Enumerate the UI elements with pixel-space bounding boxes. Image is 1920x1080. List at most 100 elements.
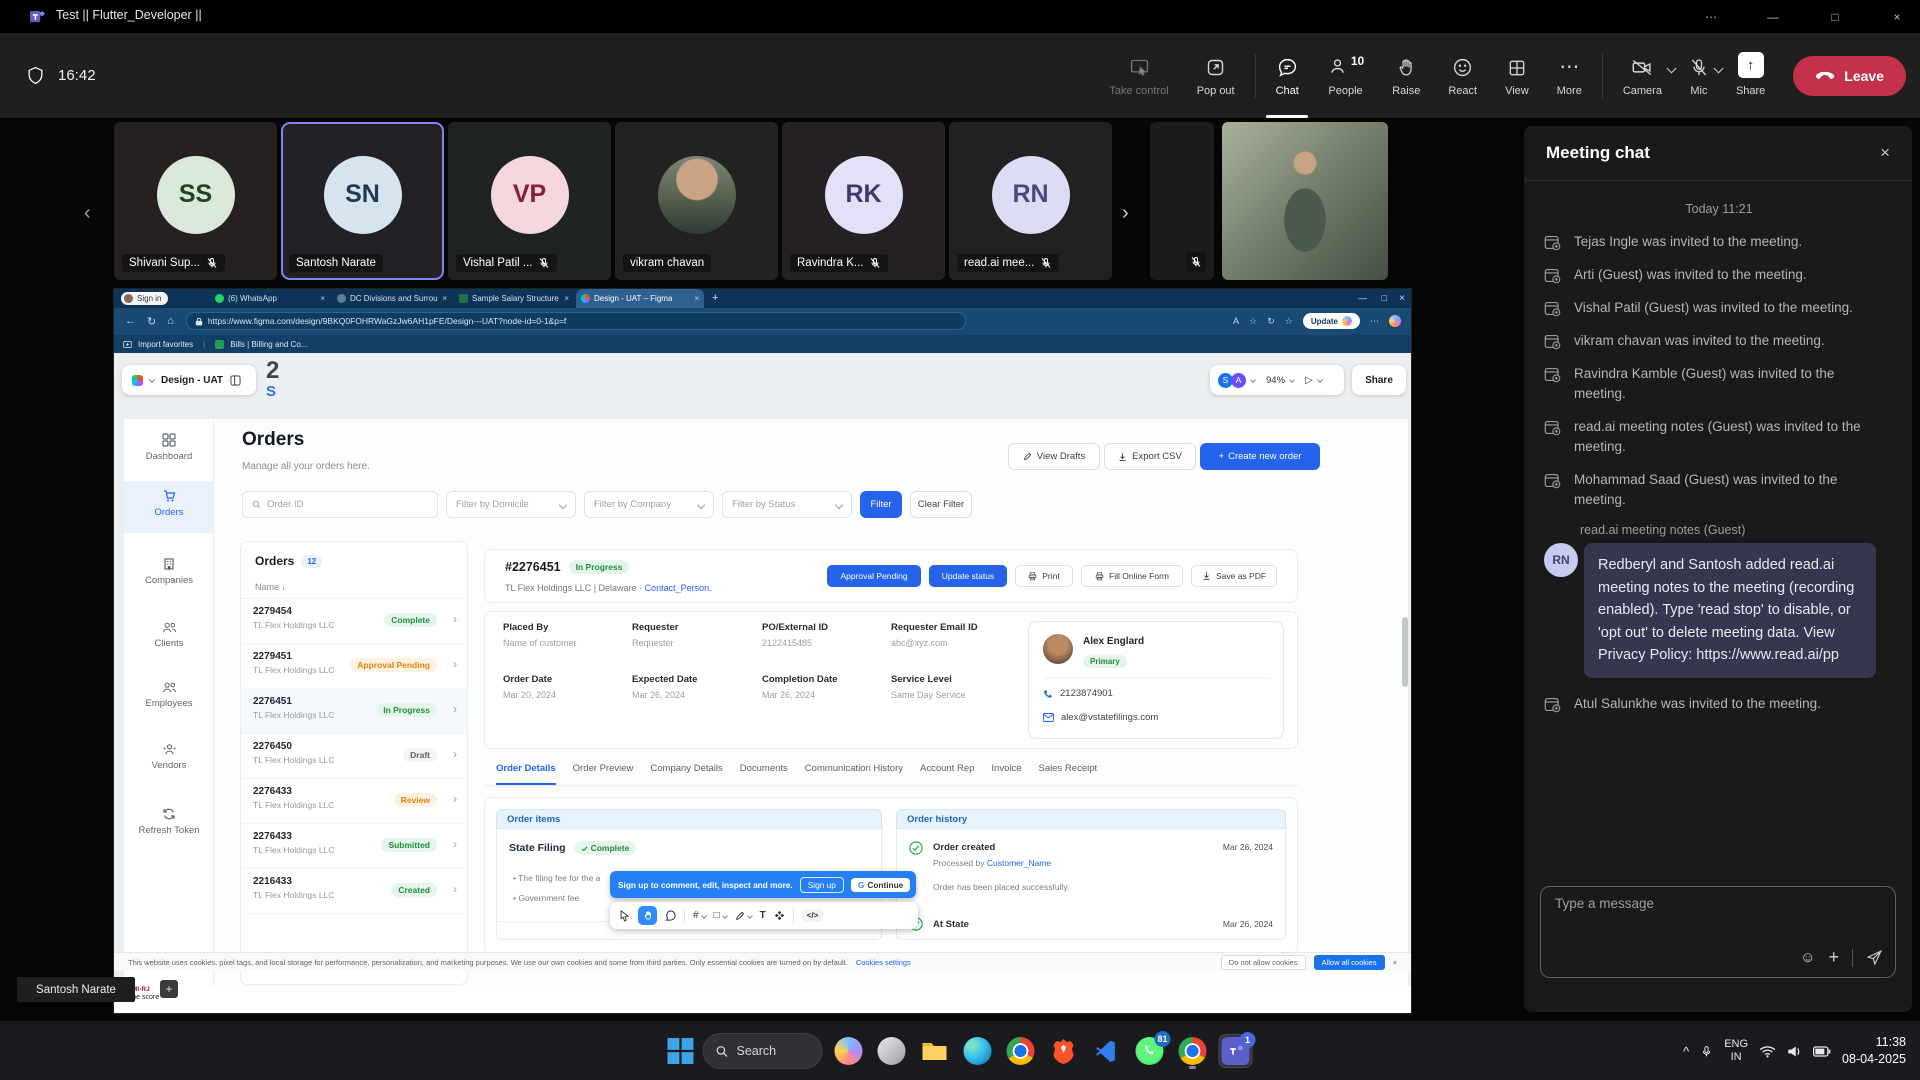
react-button[interactable]: React <box>1434 33 1491 118</box>
view-button[interactable]: View <box>1491 33 1543 118</box>
field: Completion Date Mar 26, 2024 <box>762 674 891 700</box>
participant-tile[interactable]: RN read.ai mee... <box>949 122 1112 280</box>
edge-icon[interactable] <box>961 1034 995 1068</box>
whatsapp-icon[interactable]: 81 <box>1133 1034 1167 1068</box>
participant-tile[interactable]: RK Ravindra K... <box>782 122 945 280</box>
chat-close-icon[interactable]: × <box>1880 143 1890 163</box>
participant-tile[interactable]: VP Vishal Patil ... <box>448 122 611 280</box>
approval-pending-button: Approval Pending <box>827 565 921 587</box>
text-tool-icon: T <box>760 910 766 921</box>
copilot-icon[interactable] <box>832 1034 866 1068</box>
favorite-star-icon: ☆ <box>1249 316 1257 327</box>
browser-menu-icon: ⋯ <box>1370 316 1379 327</box>
participant-tile-speaking[interactable]: SN Santosh Narate <box>281 122 444 280</box>
taskbar-search[interactable]: Search <box>703 1033 823 1069</box>
strip-scroll-right-icon[interactable]: › <box>1122 202 1129 225</box>
attach-plus-icon[interactable]: + <box>1828 947 1839 968</box>
figma-doc-title: Design - UAT <box>161 375 223 386</box>
raise-hand-button[interactable]: Raise <box>1378 33 1434 118</box>
system-message: Vishal Patil (Guest) was invited to the … <box>1544 298 1894 318</box>
cookie-close-icon: × <box>1393 958 1397 967</box>
chrome-profile-icon[interactable] <box>1176 1034 1210 1068</box>
search-icon <box>716 1045 729 1058</box>
participant-tile[interactable]: SS Shivani Sup... <box>114 122 277 280</box>
tray-expand-icon[interactable]: ^ <box>1683 1044 1689 1059</box>
take-control-button[interactable]: Take control <box>1095 33 1182 118</box>
maximize-button[interactable]: □ <box>1812 0 1858 33</box>
pop-out-button[interactable]: Pop out <box>1183 33 1249 118</box>
camera-button[interactable]: Camera <box>1609 33 1664 118</box>
volume-icon[interactable] <box>1787 1045 1802 1058</box>
close-button[interactable]: × <box>1874 0 1920 33</box>
participant-tile-partial[interactable] <box>1150 122 1214 280</box>
history-event-title: At State <box>933 919 969 930</box>
file-explorer-icon[interactable] <box>918 1034 952 1068</box>
system-message: Mohammad Saad (Guest) was invited to the… <box>1544 470 1894 510</box>
emoji-icon[interactable]: ☺ <box>1800 949 1815 966</box>
brave-icon[interactable] <box>1047 1034 1081 1068</box>
mic-off-icon <box>1040 257 1052 269</box>
clock[interactable]: 11:3808-04-2025 <box>1842 1034 1906 1068</box>
chat-button[interactable]: Chat <box>1262 33 1313 118</box>
phone-icon <box>1043 689 1053 699</box>
contact-avatar <box>1043 634 1073 664</box>
contact-phone: 2123874901 <box>1060 688 1113 699</box>
overlay-plus-icon: + <box>160 980 178 998</box>
sign-up-button: Sign up <box>800 877 844 893</box>
more-button[interactable]: ⋯ More <box>1543 33 1596 118</box>
move-tool-icon <box>619 910 630 922</box>
battery-icon[interactable] <box>1813 1046 1831 1057</box>
employees-icon <box>162 681 177 694</box>
message-input[interactable] <box>1553 895 1873 912</box>
lock-icon <box>195 317 203 326</box>
google-g-icon: G <box>858 880 864 890</box>
figma-share-button: Share <box>1352 365 1406 395</box>
start-button[interactable] <box>668 1038 694 1064</box>
check-icon <box>581 845 588 852</box>
order-row: 2276433 TL Flex Holdings LLC Review › <box>241 779 467 824</box>
title-bar: Test || Flutter_Developer || ⋯ — □ × <box>0 0 1920 33</box>
hand-tool-icon-active <box>638 906 657 925</box>
vscode-icon[interactable] <box>1090 1034 1124 1068</box>
tab-close-icon: × <box>320 294 325 303</box>
figma-canvas: 2 S Design - UAT S A 94% ▷ Share <box>114 353 1411 986</box>
camera-off-icon <box>1630 54 1654 78</box>
scrollbar-thumb <box>1402 617 1408 687</box>
people-button[interactable]: 10 People <box>1313 33 1378 118</box>
status-badge: Created <box>391 883 437 897</box>
tray-mic-icon[interactable] <box>1700 1044 1713 1059</box>
minimize-button[interactable]: — <box>1750 0 1796 33</box>
whatsapp-favicon-icon <box>215 294 224 303</box>
chrome-icon[interactable] <box>1004 1034 1038 1068</box>
teams-icon[interactable]: 1 <box>1219 1034 1253 1068</box>
participant-tile-video[interactable] <box>1222 122 1388 280</box>
history-event-date: Mar 26, 2024 <box>1223 842 1273 852</box>
message-sender: read.ai meeting notes (Guest) <box>1580 523 1894 537</box>
titlebar-more-icon[interactable]: ⋯ <box>1688 0 1734 33</box>
system-message: Arti (Guest) was invited to the meeting. <box>1544 265 1894 285</box>
language-indicator[interactable]: ENGIN <box>1724 1038 1748 1064</box>
share-button[interactable]: ↑ Share <box>1722 33 1779 118</box>
filter-domicile-dropdown: Filter by Domicile <box>446 491 576 518</box>
chevron-down-icon <box>1317 377 1323 383</box>
home-icon: ⌂ <box>167 315 174 327</box>
chat-title: Meeting chat <box>1546 143 1650 163</box>
status-badge: Review <box>394 793 437 807</box>
participant-tile[interactable]: vikram chavan <box>615 122 778 280</box>
field: PO/External ID 2122415485 <box>762 622 891 648</box>
field: Order Date Mar 20, 2024 <box>503 674 632 700</box>
send-icon[interactable] <box>1866 949 1883 966</box>
wifi-icon[interactable] <box>1759 1045 1776 1058</box>
zoom-level: 94% <box>1266 375 1285 386</box>
mic-button[interactable]: Mic <box>1675 33 1711 118</box>
row-chevron-icon: › <box>453 837 457 851</box>
history-event-note: Order has been placed successfully. <box>933 882 1069 892</box>
raise-hand-icon <box>1396 54 1416 78</box>
lightshot-icon[interactable] <box>875 1034 909 1068</box>
system-tray: ^ ENGIN 11:3808-04-2025 <box>1683 1021 1906 1080</box>
strip-scroll-left-icon[interactable]: ‹ <box>84 202 91 225</box>
view-drafts-button: View Drafts <box>1008 443 1100 470</box>
chat-input-box[interactable]: ☺ + <box>1540 886 1896 978</box>
leave-button[interactable]: Leave <box>1793 56 1906 96</box>
window-title: Test || Flutter_Developer || <box>56 8 202 22</box>
